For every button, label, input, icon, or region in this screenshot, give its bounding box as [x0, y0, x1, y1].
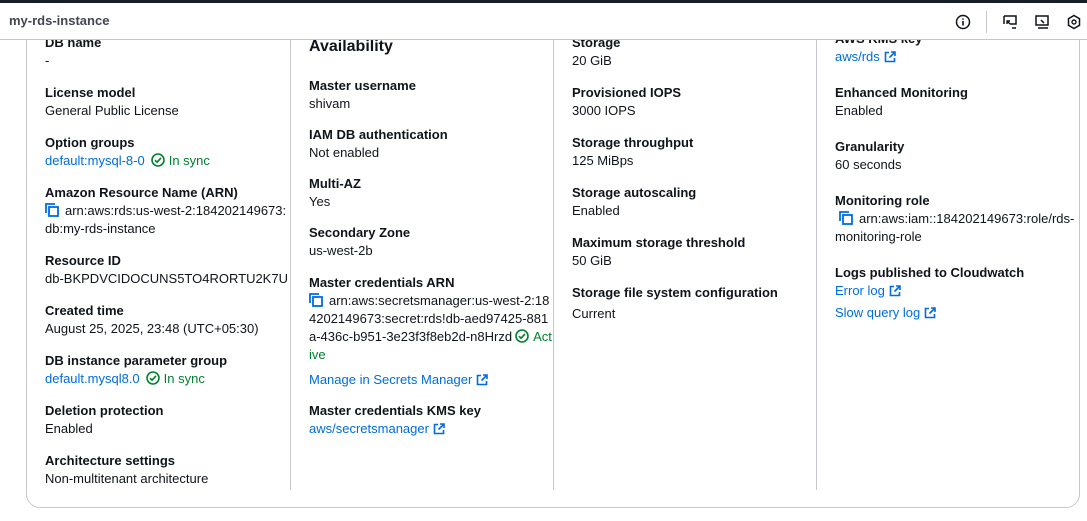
- option-group-link[interactable]: default:mysql-8-0: [45, 153, 145, 168]
- field-value: Enabled: [835, 103, 883, 118]
- header-bar: my-rds-instance: [0, 3, 1087, 40]
- field-value: 20 GiB: [572, 53, 612, 68]
- field-value: General Public License: [45, 103, 179, 118]
- info-icon[interactable]: [954, 13, 972, 31]
- column-configuration: DB name - License model General Public Lic…: [45, 34, 290, 502]
- external-link-icon: [476, 374, 488, 386]
- check-circle-icon: [146, 371, 160, 385]
- field-label: Maximum storage threshold: [572, 235, 746, 250]
- section-heading: Availability: [309, 38, 393, 55]
- copy-icon[interactable]: [309, 293, 323, 307]
- status-badge: In sync: [168, 153, 210, 168]
- field-label: License model: [45, 85, 136, 100]
- field-value: Enabled: [45, 421, 93, 436]
- kms-key-link[interactable]: aws/rds: [835, 49, 880, 64]
- field-value: Non-multitenant architecture: [45, 471, 209, 486]
- field-label: Architecture settings: [45, 453, 176, 468]
- field-label: Master credentials ARN: [309, 275, 455, 290]
- field-label: Secondary Zone: [309, 225, 411, 240]
- screen-icon[interactable]: [1033, 13, 1051, 31]
- check-circle-icon: [151, 153, 165, 167]
- check-circle-icon: [515, 329, 529, 343]
- field-label: Amazon Resource Name (ARN): [45, 185, 238, 200]
- field-value: August 25, 2025, 23:48 (UTC+05:30): [45, 321, 259, 336]
- top-border: [0, 0, 1087, 3]
- field-label: Deletion protection: [45, 403, 164, 418]
- status-badge: In sync: [163, 371, 205, 386]
- field-value: -: [45, 53, 50, 68]
- external-link-icon: [884, 51, 896, 63]
- field-label: Master username: [309, 78, 416, 93]
- field-label: Logs published to Cloudwatch: [835, 265, 1025, 280]
- field-label: IAM DB authentication: [309, 127, 448, 142]
- field-label: Created time: [45, 303, 124, 318]
- field-label: Resource ID: [45, 253, 121, 268]
- feedback-icon[interactable]: [1001, 13, 1019, 31]
- field-label: Storage file system configuration: [572, 285, 778, 300]
- field-label: Granularity: [835, 139, 905, 154]
- field-value: shivam: [309, 96, 351, 111]
- copy-icon[interactable]: [45, 203, 59, 217]
- field-value: Current: [572, 306, 616, 321]
- field-value: 125 MiBps: [572, 153, 634, 168]
- copy-icon[interactable]: [839, 211, 853, 225]
- field-value: 3000 IOPS: [572, 103, 636, 118]
- manage-secrets-link[interactable]: Manage in Secrets Manager: [309, 372, 472, 387]
- external-link-icon: [924, 307, 936, 319]
- error-log-link[interactable]: Error log: [835, 283, 885, 298]
- field-label: Option groups: [45, 135, 135, 150]
- slow-query-log-link[interactable]: Slow query log: [835, 305, 920, 320]
- column-availability: Availability Master username shivam IAM D…: [309, 37, 554, 451]
- column-monitoring: AWS KMS keyaws/rds Enhanced MonitoringEn…: [835, 30, 1080, 340]
- field-value: Yes: [309, 194, 331, 209]
- field-value: Enabled: [572, 203, 620, 218]
- field-value: Not enabled: [309, 145, 380, 160]
- column-storage: Storage 20 GiB Provisioned IOPS 3000 IOPS …: [572, 34, 817, 337]
- header-divider: [986, 11, 987, 33]
- field-value: us-west-2b: [309, 243, 373, 258]
- column-divider: [290, 40, 291, 490]
- field-label: Provisioned IOPS: [572, 85, 682, 100]
- kms-key-link[interactable]: aws/secretsmanager: [309, 421, 429, 436]
- field-label: Multi-AZ: [309, 176, 361, 191]
- external-link-icon: [433, 423, 445, 435]
- field-label: DB instance parameter group: [45, 353, 228, 368]
- field-label: Monitoring role: [835, 193, 930, 208]
- field-value: 50 GiB: [572, 253, 612, 268]
- page-title: my-rds-instance: [9, 13, 110, 28]
- secret-arn-value: arn:aws:secretsmanager:us-west-2:1842021…: [309, 293, 550, 344]
- field-label: Master credentials KMS key: [309, 403, 481, 418]
- field-label: Storage autoscaling: [572, 185, 697, 200]
- settings-icon[interactable]: [1065, 13, 1083, 31]
- field-label: Storage throughput: [572, 135, 694, 150]
- field-label: Enhanced Monitoring: [835, 85, 968, 100]
- field-value: 60 seconds: [835, 157, 902, 172]
- external-link-icon: [889, 285, 901, 297]
- monitoring-role-value: arn:aws:iam::184202149673:role/rds-monit…: [835, 211, 1075, 244]
- parameter-group-link[interactable]: default.mysql8.0: [45, 371, 140, 386]
- arn-value: arn:aws:rds:us-west-2:184202149673:db:my…: [45, 203, 287, 236]
- field-value: db-BKPDVCIDOCUNS5TO4RORTU2K7U: [45, 271, 288, 286]
